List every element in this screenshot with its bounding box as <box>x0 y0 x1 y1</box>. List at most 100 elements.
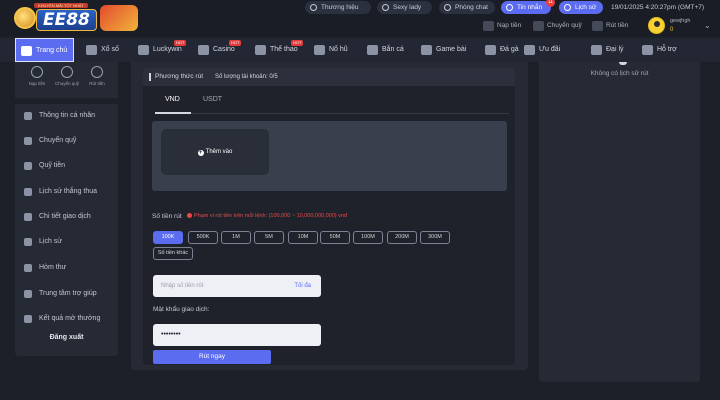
nav-cockfight[interactable]: Đá gà <box>485 38 519 62</box>
withdraw-now-button[interactable]: Rút ngay <box>153 350 271 364</box>
withdraw-panel: Phương thức rút Số lượng tài khoản: 0/5 … <box>131 62 528 370</box>
username: gewjhgh <box>670 18 691 24</box>
transfer-button[interactable]: Chuyển quỹ <box>531 19 582 33</box>
luckywin-icon <box>138 45 149 55</box>
amount-label: Số tiền rút <box>152 213 182 220</box>
amount-range-note: Phạm vi rút tiền trên mỗi lệnh: (100,000… <box>187 213 347 219</box>
sidebar-item-transactions[interactable]: Chi tiết giao dịch <box>15 205 118 229</box>
amount-input[interactable]: Nhập số tiền rút Tối đa <box>153 275 321 297</box>
brand-icon <box>310 4 317 11</box>
sidebar-deposit[interactable]: Nạp tiền <box>22 66 52 86</box>
nav-card-games[interactable]: Game bài <box>421 38 466 62</box>
play-icon <box>382 4 389 11</box>
amount-chip-200m[interactable]: 200M <box>387 231 417 244</box>
sidebar-item-profile[interactable]: Thông tin cá nhân <box>15 104 118 128</box>
casino-icon <box>198 45 209 55</box>
amount-chip-other[interactable]: Số tiền khác <box>153 247 193 260</box>
tab-vnd[interactable]: VND <box>165 96 180 103</box>
withdraw-icon <box>91 66 103 78</box>
sexy-lady-link[interactable]: Sexy lady <box>377 1 432 14</box>
logout-button[interactable]: Đăng xuất <box>15 334 118 341</box>
trophy-icon <box>24 315 32 323</box>
cockfight-icon <box>485 45 496 55</box>
transaction-password-field[interactable]: •••••••• <box>153 324 321 346</box>
withdraw-button[interactable]: Rút tiền <box>590 19 628 33</box>
home-icon <box>21 46 32 56</box>
amount-chip-1m[interactable]: 1M <box>221 231 251 244</box>
sidebar-item-win-loss[interactable]: Lịch sử thắng thua <box>15 180 118 204</box>
sidebar-transfer[interactable]: Chuyển quỹ <box>52 66 82 86</box>
list-icon <box>24 238 32 246</box>
sidebar-withdraw[interactable]: Rút tiền <box>82 66 112 86</box>
sidebar-item-funds[interactable]: Quỹ tiền <box>15 154 118 178</box>
withdraw-method-title: Phương thức rút <box>155 73 204 80</box>
gift-icon <box>524 45 535 55</box>
user-balance: 0 <box>670 27 674 33</box>
nav-agent[interactable]: Đại lý <box>591 38 624 62</box>
nav-luckywin[interactable]: Luckywin HOT <box>138 38 187 62</box>
nav-casino[interactable]: Casino HOT <box>198 38 242 62</box>
history-icon <box>24 188 32 196</box>
brand-link[interactable]: Thương hiệu <box>305 1 371 14</box>
message-count-badge: 11 <box>546 0 555 7</box>
message-icon <box>506 4 513 11</box>
nav-lottery[interactable]: Xổ số <box>86 38 119 62</box>
logo-emblem-icon <box>14 7 36 29</box>
sports-icon <box>255 45 266 55</box>
header-accent <box>149 73 151 81</box>
amount-chip-10m[interactable]: 10M <box>288 231 318 244</box>
account-sidebar: Nạp tiền Chuyển quỹ Rút tiền Thông tin c… <box>15 62 118 356</box>
withdraw-icon <box>592 21 603 31</box>
nav-slots[interactable]: Nổ hũ <box>314 38 348 62</box>
nav-sports[interactable]: Thể thao HOT <box>255 38 304 62</box>
tab-usdt[interactable]: USDT <box>203 96 222 103</box>
transfer-icon <box>61 66 73 78</box>
logo-mascot-icon <box>100 5 138 31</box>
amount-chip-100m[interactable]: 100M <box>353 231 383 244</box>
hot-badge: HOT <box>229 40 242 46</box>
chat-room-link[interactable]: Phòng chat <box>439 1 495 14</box>
max-amount-link[interactable]: Tối đa <box>294 275 311 297</box>
deposit-button[interactable]: Nạp tiền <box>481 19 521 33</box>
messages-button[interactable]: Tin nhắn 11 <box>501 0 555 14</box>
transfer-icon <box>533 21 544 31</box>
sidebar-item-transfer[interactable]: Chuyển quỹ <box>15 129 118 153</box>
agent-icon <box>591 45 602 55</box>
mail-icon <box>24 264 32 272</box>
chat-icon <box>444 4 451 11</box>
history-icon <box>564 4 571 11</box>
nav-support[interactable]: Hỗ trợ <box>642 38 677 62</box>
withdraw-history-panel: Không có lịch sử rút <box>539 62 700 382</box>
warning-icon <box>187 213 192 218</box>
empty-history-text: Không có lịch sử rút <box>590 70 649 77</box>
amount-chip-50m[interactable]: 50M <box>320 231 350 244</box>
amount-chip-500k[interactable]: 500K <box>188 231 218 244</box>
nav-fishing[interactable]: Bắn cá <box>367 38 404 62</box>
hot-badge: HOT <box>174 40 187 46</box>
sidebar-item-history[interactable]: Lịch sử <box>15 230 118 254</box>
slots-icon <box>314 45 325 55</box>
main-nav: Trang chủ Xổ số Luckywin HOT Casino HOT Th… <box>0 38 720 62</box>
nav-home[interactable]: Trang chủ <box>15 38 75 62</box>
chevron-down-icon[interactable]: ⌄ <box>704 21 711 30</box>
tab-divider <box>155 113 509 114</box>
fish-icon <box>367 45 378 55</box>
transaction-icon <box>24 213 32 221</box>
amount-chip-100k[interactable]: 100K <box>153 231 183 244</box>
withdraw-form: Phương thức rút Số lượng tài khoản: 0/5 … <box>143 68 515 365</box>
sidebar-item-help[interactable]: Trung tâm trợ giúp <box>15 282 118 306</box>
transfer-icon <box>24 137 32 145</box>
amount-chip-5m[interactable]: 5M <box>254 231 284 244</box>
logo-ribbon: KHUYẾN MÃI TỐT NHẤT <box>34 3 88 8</box>
amount-chip-300m[interactable]: 300M <box>420 231 450 244</box>
sidebar-item-results[interactable]: Kết quả mở thưởng <box>15 307 118 331</box>
support-icon <box>642 45 653 55</box>
brand-logo[interactable]: EE88 KHUYẾN MÃI TỐT NHẤT <box>14 3 138 33</box>
active-tab-indicator <box>155 112 191 114</box>
add-bank-account-button[interactable]: + Thêm vào <box>161 129 269 175</box>
sidebar-item-mailbox[interactable]: Hòm thư <box>15 256 118 280</box>
plus-icon: + <box>197 150 204 156</box>
avatar[interactable] <box>648 17 665 34</box>
history-button[interactable]: Lịch sử <box>559 1 603 14</box>
nav-promotions[interactable]: Ưu đãi <box>524 38 560 62</box>
